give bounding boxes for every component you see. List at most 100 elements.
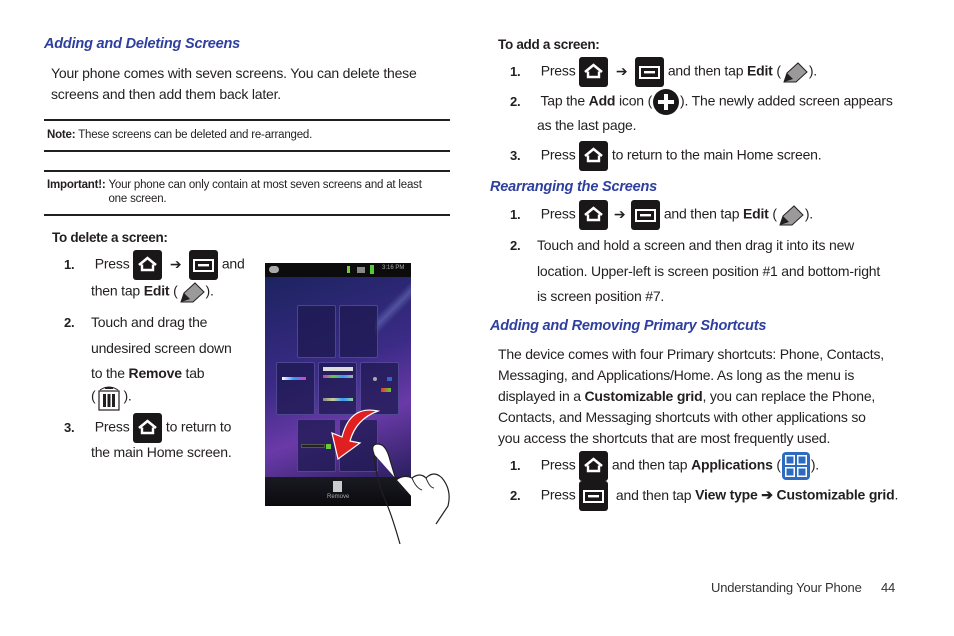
step-text: Press [94,418,130,435]
finger-icon [372,443,450,545]
shortcut-step-1: 1. Press and then tap Applications (). [510,451,819,481]
remove-label: Remove [128,365,182,381]
delete-step-3-cont: the main Home screen. [91,444,232,460]
para-text: displayed in a [498,388,585,404]
step-text: Press [540,486,576,503]
step-number: 1. [64,256,75,272]
add-step-2-cont: as the last page. [537,117,637,133]
step-text: undesired screen down [91,339,232,356]
delete-step-2: 2. Touch and drag the undesired screen d… [64,310,232,411]
step-text: to the [91,365,125,381]
customizable-grid-label: Customizable grid [584,388,703,404]
divider [44,119,450,121]
step-text: and [221,255,245,272]
paren: ). [123,387,132,404]
thumb-icons [282,377,306,380]
status-time: 3:16 PM [382,265,405,271]
thumb-icons [373,377,377,381]
arrow-icon: ➔ [615,62,628,79]
step-text: Press [540,205,576,222]
edit-pencil-icon [781,60,809,84]
step-text: Tap the [540,92,585,109]
add-heading: To add a screen: [498,37,600,52]
paren: ). [804,205,813,222]
edit-label: Edit [743,205,769,222]
screen-thumb[interactable] [339,305,378,358]
note-label: Note: [47,129,76,141]
divider [44,214,450,216]
home-key-icon [579,141,609,171]
step-number: 3. [64,419,75,435]
section-title-adding-deleting: Adding and Deleting Screens [44,36,241,52]
home-key-icon [579,200,609,230]
important-text-line: one screen. [108,193,167,205]
divider [44,150,450,152]
shortcuts-paragraph: The device comes with four Primary short… [498,344,884,449]
thumb-icons [323,375,353,378]
arrow-icon: ➔ [169,255,182,272]
view-type-label: View type [695,486,758,503]
delete-step-1: 1. Press ➔ and [64,250,245,280]
step-text: location. Upper-left is screen position … [537,262,881,279]
home-key-icon [579,57,609,87]
thumb-search-bar [323,367,353,371]
applications-grid-icon [781,451,811,481]
shortcut-step-2: 2. Press and then tap View type ➔ Custom… [510,481,898,511]
rearrange-step-1: 1. Press ➔ and then tap Edit (). [510,200,813,230]
edit-pencil-icon [178,280,206,304]
menu-key-icon [631,200,661,230]
remove-trash-icon [333,481,342,492]
battery-icon [370,265,374,274]
rearrange-step-2: 2. Touch and hold a screen and then drag… [510,233,880,310]
important-text-line: Your phone can only contain at most seve… [108,179,422,191]
applications-label: Applications [691,456,773,473]
step-text: is screen position #7. [537,288,665,304]
arrow-icon: ➔ [613,205,626,222]
thumb-icons [387,377,392,381]
step-text: to return to [165,418,232,435]
status-bar: 3:16 PM [265,263,411,277]
thumb-icons [381,388,391,392]
step-number: 1. [510,457,521,473]
signal-icon [357,267,365,273]
intro-paragraph: Your phone comes with seven screens. You… [51,63,417,105]
intro-line: screens and then add them back later. [51,86,281,102]
add-step-2: 2. Tap the Add icon (). The newly added … [510,88,893,116]
step-text: icon ( [619,92,653,109]
step-number: 2. [510,487,521,503]
step-text: Press [540,62,576,79]
step-text: Touch and drag the [91,314,208,330]
step-text: Press [540,456,576,473]
section-title-shortcuts: Adding and Removing Primary Shortcuts [490,318,767,334]
home-key-icon [133,413,163,443]
footer-section-name: Understanding Your Phone [711,580,862,595]
section-title-rearranging: Rearranging the Screens [490,179,658,195]
add-plus-icon [652,88,680,116]
light-streak [375,277,411,337]
step-text: and then tap [611,456,688,473]
step-text: and then tap [615,486,692,503]
intro-line: Your phone comes with seven screens. You… [51,65,417,81]
step-text: ). The newly added screen appears [680,92,893,109]
home-key-icon [579,451,609,481]
step-text: tab [185,365,205,381]
divider [44,170,450,172]
menu-key-icon [189,250,219,280]
delete-heading: To delete a screen: [52,230,168,245]
edit-label: Edit [143,282,170,299]
step-text: and then tap [667,62,744,79]
para-text: , you can replace the Phone, [702,388,876,404]
step-text: Press [540,146,576,163]
important-label: Important!: [47,179,106,191]
page-number: 44 [881,580,896,595]
screen-thumb[interactable] [297,305,336,358]
para-line: displayed in a Customizable grid, you ca… [498,386,884,407]
menu-key-icon [579,481,609,511]
notification-icon [269,266,279,273]
para-line: Messaging, and Applications/Home. As lon… [498,367,855,383]
add-label: Add [588,92,616,109]
edit-label: Edit [747,62,773,79]
step-number: 2. [64,315,75,330]
screen-thumb[interactable] [276,362,315,415]
step-text: to return to the main Home screen. [611,146,822,163]
